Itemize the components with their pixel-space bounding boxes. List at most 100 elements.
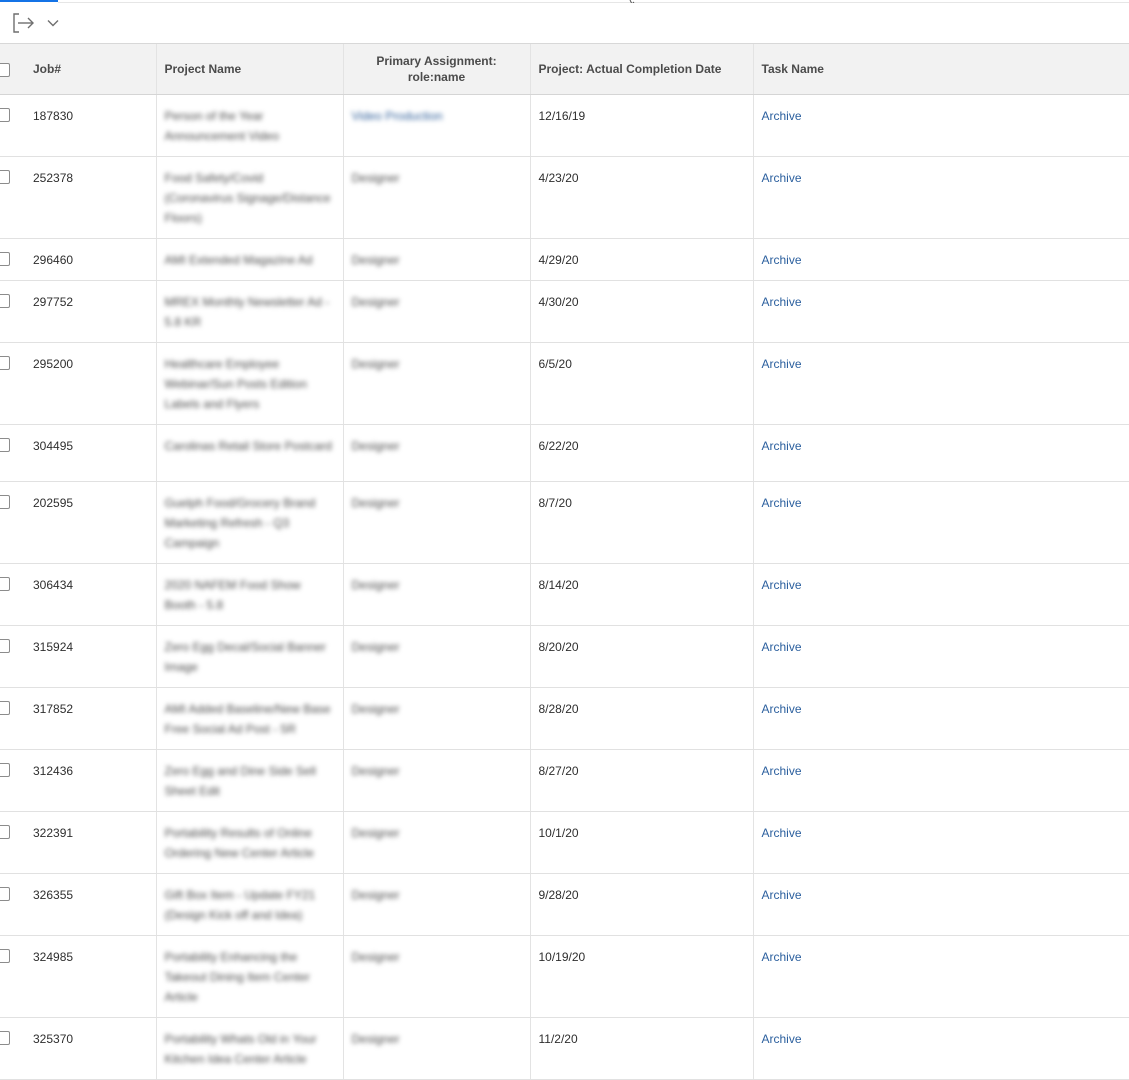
- row-checkbox[interactable]: [0, 356, 10, 370]
- completion-date: 6/5/20: [530, 342, 754, 425]
- role-name: Designer: [351, 295, 400, 309]
- table-row[interactable]: 252378 Food Safety/Covid (Coronavirus Sig…: [0, 156, 1129, 239]
- task-name-link[interactable]: Archive: [762, 950, 802, 964]
- task-name-link[interactable]: Archive: [762, 764, 802, 778]
- table-row[interactable]: 306434 2020 NAFEM Food Show Booth - 5.8 De…: [0, 563, 1129, 626]
- row-checkbox[interactable]: [0, 887, 10, 901]
- table-row[interactable]: 297752 MREX Monthly Newsletter Ad - 5.8 K…: [0, 280, 1129, 343]
- table-row[interactable]: 187830 Person of the Year Announcement Vi…: [0, 94, 1129, 157]
- completion-date: 8/28/20: [530, 687, 754, 750]
- job-number: 295200: [0, 342, 157, 425]
- table-row[interactable]: 304495 Carolinas Retail Store Postcard Des…: [0, 424, 1129, 482]
- project-name[interactable]: Gift Box Item - Update FY21 (Design Kick…: [165, 888, 316, 922]
- project-name[interactable]: Healthcare Employee Webinar/Sun Posts Ed…: [165, 357, 308, 411]
- project-name-cell: Gift Box Item - Update FY21 (Design Kick…: [156, 873, 344, 936]
- export-button[interactable]: [10, 10, 68, 36]
- primary-assignment-cell: Designer: [343, 424, 531, 482]
- table-row[interactable]: 295200 Healthcare Employee Webinar/Sun Po…: [0, 342, 1129, 425]
- project-name[interactable]: AMI Extended Magazine Ad: [165, 253, 313, 267]
- primary-assignment-cell: Designer: [343, 625, 531, 688]
- project-name[interactable]: Food Safety/Covid (Coronavirus Signage/D…: [165, 171, 331, 225]
- project-name[interactable]: Person of the Year Announcement Video: [165, 109, 280, 143]
- task-name-link[interactable]: Archive: [762, 439, 802, 453]
- role-name: Designer: [351, 439, 400, 453]
- row-checkbox[interactable]: [0, 108, 10, 122]
- completion-date: 8/14/20: [530, 563, 754, 626]
- table-row[interactable]: 315924 Zero Egg Decal/Social Banner Image…: [0, 625, 1129, 688]
- job-number: 296460: [0, 238, 157, 281]
- row-checkbox[interactable]: [0, 949, 10, 963]
- task-name-link[interactable]: Archive: [762, 295, 802, 309]
- job-number: 202595: [0, 481, 157, 564]
- row-checkbox[interactable]: [0, 1031, 10, 1045]
- project-name-cell: Portability Results of Online Ordering N…: [156, 811, 344, 874]
- table-row[interactable]: 325370 Portability Whats Old in Your Kitc…: [0, 1017, 1129, 1080]
- select-all-checkbox[interactable]: [0, 63, 10, 77]
- primary-assignment-cell: Designer: [343, 238, 531, 281]
- row-checkbox[interactable]: [0, 294, 10, 308]
- project-name[interactable]: Zero Egg and Dine Side Sell Sheet Edit: [165, 764, 316, 798]
- header-project-name[interactable]: Project Name: [156, 44, 344, 95]
- chevron-down-icon[interactable]: [44, 10, 62, 36]
- project-name[interactable]: Portability Enhancing the Takeout Dining…: [165, 950, 310, 1004]
- task-name-link[interactable]: Archive: [762, 496, 802, 510]
- row-checkbox[interactable]: [0, 639, 10, 653]
- table-row[interactable]: 322391 Portability Results of Online Orde…: [0, 811, 1129, 874]
- project-name[interactable]: Carolinas Retail Store Postcard: [165, 439, 332, 453]
- task-name-cell: Archive: [753, 563, 1129, 626]
- task-name-link[interactable]: Archive: [762, 578, 802, 592]
- table-row[interactable]: 202595 Guelph Food/Grocery Brand Marketin…: [0, 481, 1129, 564]
- row-checkbox[interactable]: [0, 763, 10, 777]
- row-checkbox[interactable]: [0, 252, 10, 266]
- project-name[interactable]: Guelph Food/Grocery Brand Marketing Refr…: [165, 496, 316, 550]
- task-name-link[interactable]: Archive: [762, 826, 802, 840]
- task-name-link[interactable]: Archive: [762, 253, 802, 267]
- task-name-link[interactable]: Archive: [762, 888, 802, 902]
- completion-date: 6/22/20: [530, 424, 754, 482]
- task-name-cell: Archive: [753, 424, 1129, 482]
- role-name: Designer: [351, 764, 400, 778]
- role-name: Designer: [351, 357, 400, 371]
- task-name-link[interactable]: Archive: [762, 171, 802, 185]
- task-name-link[interactable]: Archive: [762, 640, 802, 654]
- header-job[interactable]: Job#: [0, 44, 157, 95]
- table-header-row: Job# Project Name Primary Assignment: rol…: [0, 44, 1129, 95]
- task-name-link[interactable]: Archive: [762, 109, 802, 123]
- task-name-link[interactable]: Archive: [762, 702, 802, 716]
- job-number: 317852: [0, 687, 157, 750]
- project-name-cell: 2020 NAFEM Food Show Booth - 5.8: [156, 563, 344, 626]
- row-checkbox[interactable]: [0, 577, 10, 591]
- project-name[interactable]: Portability Whats Old in Your Kitchen Id…: [165, 1032, 317, 1066]
- project-name[interactable]: MREX Monthly Newsletter Ad - 5.8 KR: [165, 295, 330, 329]
- job-number: 187830: [0, 94, 157, 157]
- table-row[interactable]: 296460 AMI Extended Magazine Ad Designer 4/…: [0, 238, 1129, 281]
- role-name: Designer: [351, 253, 400, 267]
- row-checkbox[interactable]: [0, 438, 10, 452]
- role-link-blurred: Video Production: [351, 109, 443, 123]
- primary-assignment-cell: Designer: [343, 563, 531, 626]
- row-checkbox[interactable]: [0, 170, 10, 184]
- project-name-cell: MREX Monthly Newsletter Ad - 5.8 KR: [156, 280, 344, 343]
- row-checkbox[interactable]: [0, 495, 10, 509]
- header-task-name[interactable]: Task Name: [753, 44, 1129, 95]
- export-icon: [10, 10, 36, 36]
- table-row[interactable]: 326355 Gift Box Item - Update FY21 (Desig…: [0, 873, 1129, 936]
- task-name-link[interactable]: Archive: [762, 1032, 802, 1046]
- header-primary-assignment[interactable]: Primary Assignment: role:name: [343, 44, 531, 95]
- project-name[interactable]: AMI Added Baseline/New Base Free Social …: [165, 702, 331, 736]
- job-number: 322391: [0, 811, 157, 874]
- task-name-cell: Archive: [753, 1017, 1129, 1080]
- project-name[interactable]: Portability Results of Online Ordering N…: [165, 826, 314, 860]
- project-name-cell: AMI Added Baseline/New Base Free Social …: [156, 687, 344, 750]
- table-row[interactable]: 312436 Zero Egg and Dine Side Sell Sheet …: [0, 749, 1129, 812]
- table-row[interactable]: 324985 Portability Enhancing the Takeout …: [0, 935, 1129, 1018]
- header-completion-date[interactable]: Project: Actual Completion Date: [530, 44, 754, 95]
- project-name[interactable]: 2020 NAFEM Food Show Booth - 5.8: [165, 578, 301, 612]
- project-name[interactable]: Zero Egg Decal/Social Banner Image: [165, 640, 326, 674]
- row-checkbox[interactable]: [0, 825, 10, 839]
- completion-date: 8/20/20: [530, 625, 754, 688]
- task-name-link[interactable]: Archive: [762, 357, 802, 371]
- primary-assignment-cell: Designer: [343, 749, 531, 812]
- table-row[interactable]: 317852 AMI Added Baseline/New Base Free S…: [0, 687, 1129, 750]
- row-checkbox[interactable]: [0, 701, 10, 715]
